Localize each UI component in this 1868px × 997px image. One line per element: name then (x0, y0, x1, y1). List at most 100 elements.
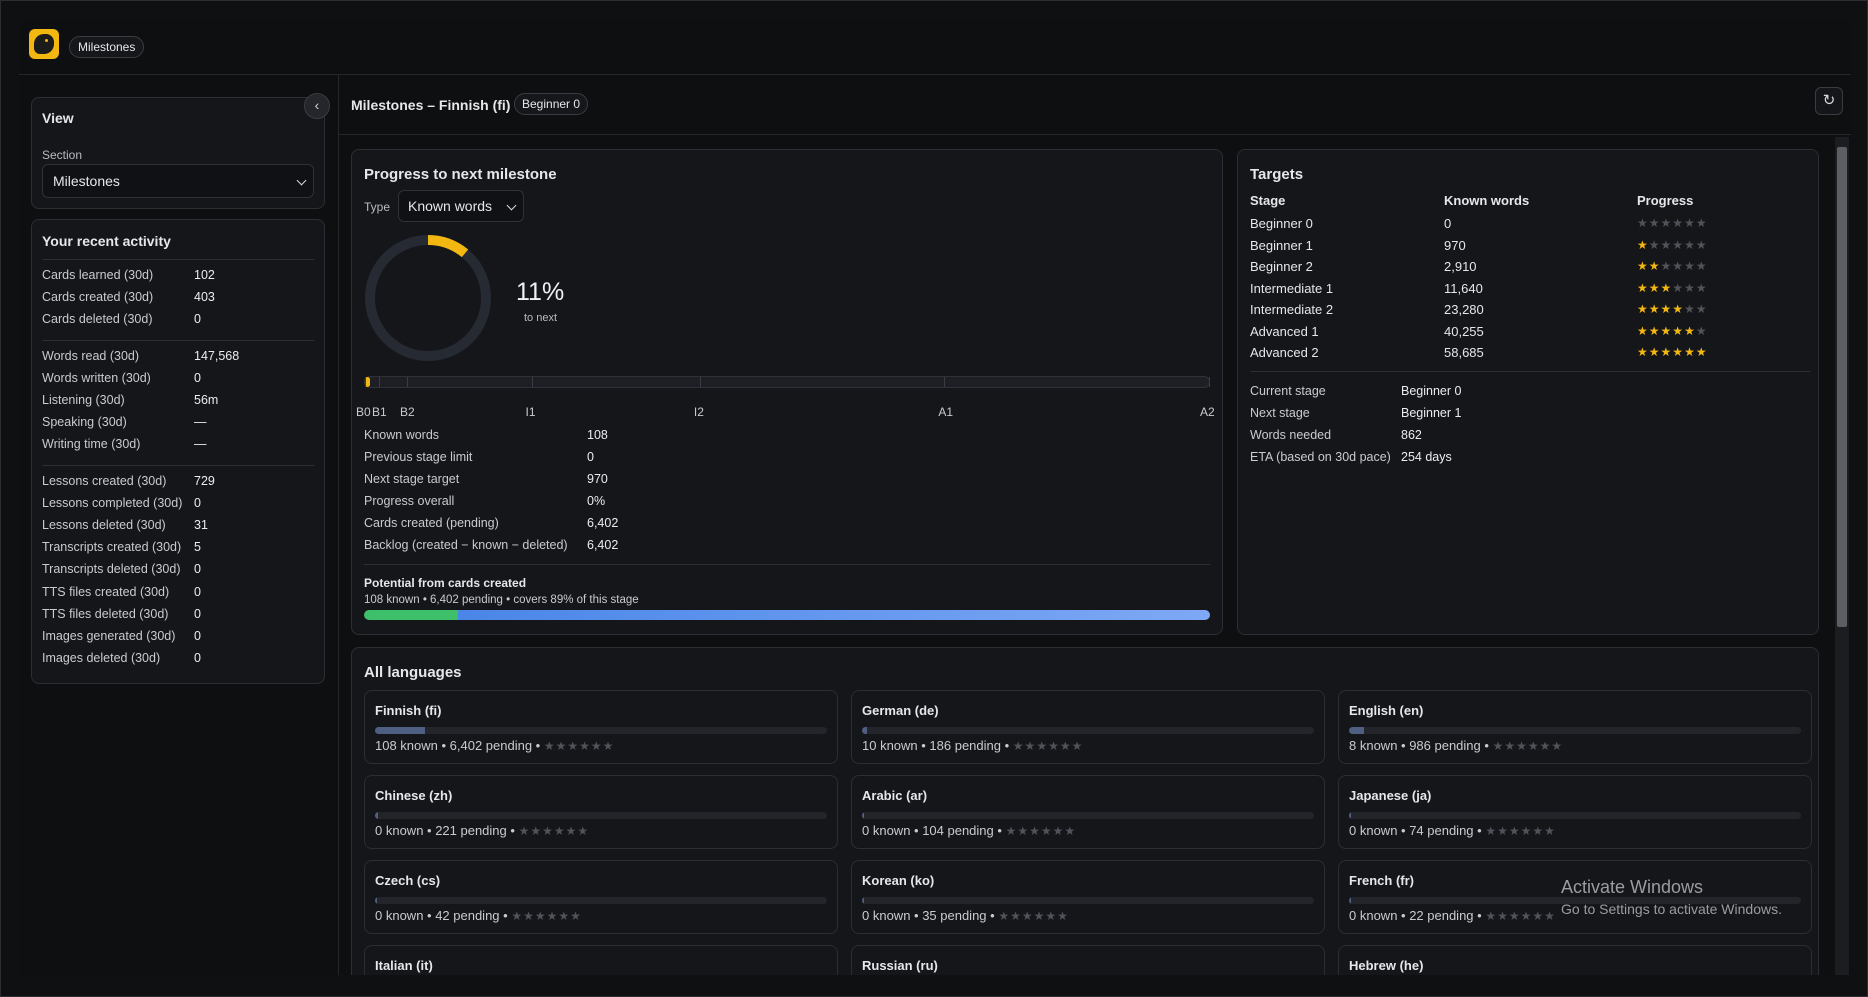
type-select[interactable]: Known words (398, 190, 524, 222)
activity-value: 0 (194, 651, 201, 666)
language-stars: ★★★★★★ (1005, 824, 1077, 838)
stat-value: 0 (587, 450, 594, 464)
scrollbar-thumb[interactable] (1837, 147, 1847, 627)
activity-label: Cards learned (30d) (42, 268, 154, 282)
activate-windows-title: Activate Windows (1561, 877, 1704, 897)
targets-row: Beginner 2 2,910 ★★★★★★ (1250, 259, 1810, 277)
activity-divider (42, 339, 314, 341)
star-icon: ★ (1660, 323, 1673, 338)
star-icon: ★ (1637, 302, 1649, 316)
star-icon: ★ (1672, 345, 1685, 359)
language-tile[interactable]: English (en) 8 known • 986 pending • ★★★★… (1338, 690, 1812, 764)
progress-ring-track (365, 235, 491, 361)
activity-row: Listening (30d) 56m (42, 393, 314, 411)
main-scrollbar[interactable] (1835, 137, 1849, 975)
info-value: Beginner 1 (1401, 406, 1462, 420)
target-known-words: 11,640 (1444, 280, 1483, 296)
section-label: Section (42, 148, 83, 162)
activity-row: Cards created (30d) 403 (42, 290, 314, 308)
milestone-track (364, 376, 1210, 388)
language-progress-fill (862, 727, 867, 734)
target-stars: ★★★★★★ (1637, 281, 1708, 295)
language-tile[interactable]: Italian (it) (364, 945, 838, 975)
star-icon: ★ (1695, 345, 1708, 359)
language-tile[interactable]: Chinese (zh) 0 known • 221 pending • ★★★★… (364, 775, 838, 849)
star-icon: ★ (1637, 280, 1649, 295)
activity-label: Transcripts created (30d) (42, 540, 182, 555)
star-icon: ★ (1695, 216, 1708, 230)
stat-label: Progress overall (364, 494, 455, 508)
language-tile[interactable]: Arabic (ar) 0 known • 104 pending • ★★★★★… (851, 775, 1325, 849)
star-icon: ★ (1695, 259, 1708, 273)
language-meta-text: 10 known • 186 pending • (862, 738, 1010, 753)
language-tile[interactable]: Japanese (ja) 0 known • 74 pending • ★★★★… (1338, 775, 1812, 849)
info-label: Words needed (1250, 428, 1332, 442)
info-value: 862 (1401, 428, 1422, 442)
activity-row: Transcripts created (30d) 5 (42, 540, 314, 558)
star-icon: ★ (1660, 259, 1673, 273)
activity-divider (42, 259, 314, 260)
activity-value: 31 (194, 518, 208, 532)
language-meta: 0 known • 74 pending • ★★★★★★ (1349, 823, 1556, 838)
type-select-value: Known words (408, 198, 493, 214)
language-tile[interactable]: Russian (ru) (851, 945, 1325, 975)
targets-row: Intermediate 2 23,280 ★★★★★★ (1250, 302, 1810, 320)
milestone-tick-label: B0 (356, 405, 371, 419)
targets-card: Targets Stage Known words Progress Begin… (1237, 149, 1819, 635)
language-name: Hebrew (he) (1349, 958, 1424, 973)
language-progress-bar (375, 897, 827, 904)
target-stars: ★★★★★★ (1637, 216, 1708, 230)
star-icon: ★ (1660, 280, 1673, 295)
activity-row: Lessons completed (30d) 0 (42, 496, 314, 514)
chevron-down-icon (506, 200, 517, 211)
activity-value: 0 (194, 606, 201, 621)
lion-logo-icon[interactable] (29, 29, 59, 59)
milestones-chip[interactable]: Milestones (69, 36, 145, 58)
language-name: Japanese (ja) (1349, 788, 1432, 803)
milestone-tick-label: B2 (399, 405, 415, 419)
language-tile[interactable]: German (de) 10 known • 186 pending • ★★★★… (851, 690, 1325, 764)
activity-label: TTS files deleted (30d) (42, 606, 169, 621)
target-known-words: 970 (1444, 237, 1466, 253)
language-tile[interactable]: Czech (cs) 0 known • 42 pending • ★★★★★★ (364, 860, 838, 934)
star-icon: ★ (1672, 323, 1685, 338)
star-icon: ★ (1637, 323, 1649, 338)
language-tile[interactable]: Korean (ko) 0 known • 35 pending • ★★★★★★ (851, 860, 1325, 934)
star-icon: ★ (1637, 216, 1649, 230)
language-progress-fill (862, 897, 864, 904)
activity-row: Cards deleted (30d) 0 (42, 312, 314, 330)
activity-row: Cards learned (30d) 102 (42, 268, 314, 286)
refresh-icon: ↻ (1822, 92, 1836, 109)
language-stars: ★★★★★★ (1012, 739, 1084, 753)
language-tile[interactable]: Hebrew (he) (1338, 945, 1812, 975)
info-label: Next stage (1250, 406, 1310, 420)
section-select[interactable]: Milestones (42, 164, 314, 198)
language-meta: 0 known • 221 pending • ★★★★★★ (375, 823, 589, 838)
milestone-tick-label: B1 (372, 405, 387, 419)
potential-bar (364, 610, 1210, 620)
activity-label: Lessons completed (30d) (42, 495, 183, 510)
view-panel: ‹ View Section Milestones (31, 93, 330, 209)
chevron-left-icon[interactable]: ‹ (304, 93, 330, 119)
stat-label: Next stage target (364, 472, 460, 486)
language-progress-bar (862, 727, 1314, 734)
language-progress-fill (1349, 812, 1351, 819)
activity-label: Words written (30d) (42, 370, 151, 385)
refresh-button[interactable]: ↻ (1815, 87, 1843, 115)
stat-value: 970 (587, 472, 608, 486)
stat-label: Backlog (created − known − deleted) (364, 538, 568, 552)
language-tile[interactable]: Finnish (fi) 108 known • 6,402 pending • … (364, 690, 838, 764)
activity-row: Words read (30d) 147,568 (42, 349, 314, 367)
language-meta-text: 0 known • 221 pending • (375, 823, 515, 838)
stat-value: 108 (587, 428, 608, 442)
target-known-words: 40,255 (1444, 323, 1484, 339)
language-meta: 0 known • 22 pending • ★★★★★★ (1349, 908, 1556, 923)
language-progress-bar (862, 812, 1314, 819)
language-progress-bar (375, 812, 827, 819)
language-meta: 10 known • 186 pending • ★★★★★★ (862, 738, 1083, 753)
activity-label: Lessons created (30d) (42, 473, 167, 488)
activity-row: TTS files created (30d) 0 (42, 585, 314, 603)
activity-value: 147,568 (194, 348, 240, 363)
language-name: German (de) (862, 703, 939, 718)
activity-value: 56m (194, 393, 219, 407)
